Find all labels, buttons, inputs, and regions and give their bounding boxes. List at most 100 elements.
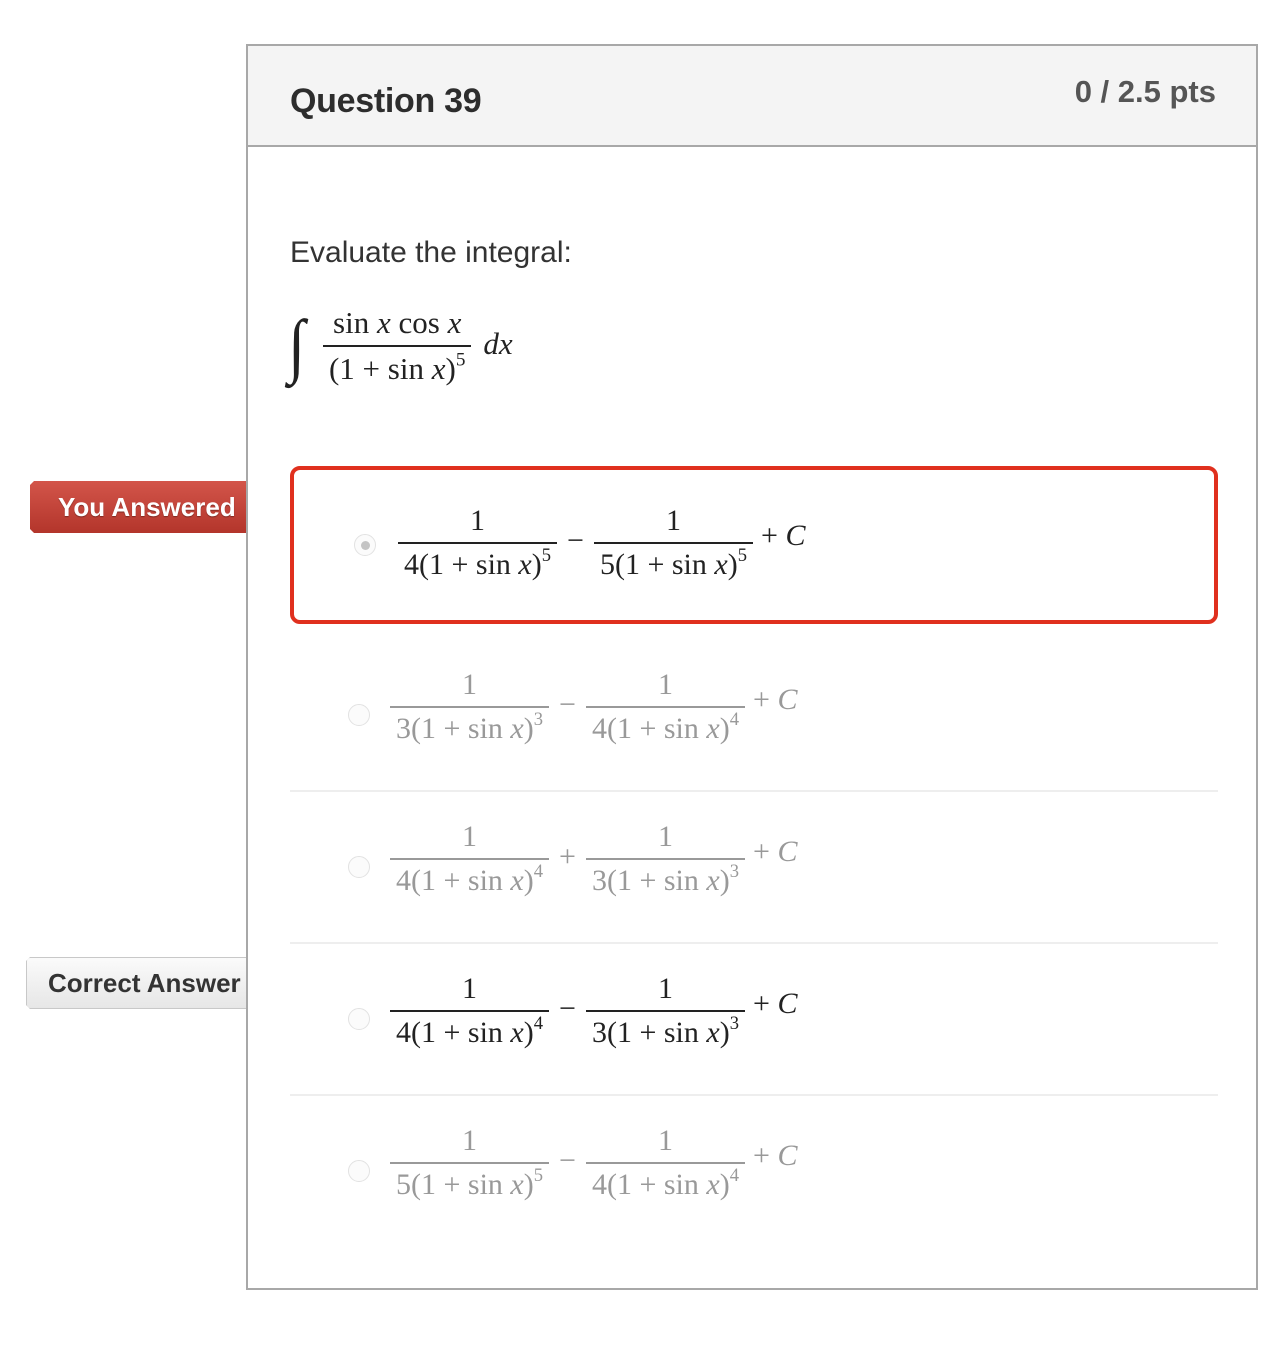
variable-x: x (510, 864, 524, 897)
right-numerator: 1 (665, 504, 681, 537)
right-numerator: 1 (657, 972, 673, 1005)
right-fraction: 1 4(1 + sin x)4 (585, 1124, 746, 1202)
you-answered-label: You Answered (58, 491, 236, 522)
fraction-bar (585, 858, 746, 860)
exponent: 3 (729, 860, 740, 882)
left-numerator: 1 (462, 668, 478, 701)
constant-c: C (777, 1139, 798, 1172)
fraction-bar (390, 706, 550, 708)
left-fraction: 1 5(1 + sin x)5 (390, 1124, 550, 1202)
variable-x: x (510, 1168, 524, 1201)
operator: + (559, 840, 576, 873)
fraction-bar (585, 1162, 746, 1164)
right-denominator: 3(1 + sin x)3 (591, 1012, 740, 1049)
variable-x: x (706, 1016, 720, 1049)
integral-numerator: sin x cos x (333, 305, 462, 340)
answer-option[interactable]: 1 4(1 + sin x)4− 1 3(1 + sin x)3 + C (290, 944, 1218, 1096)
left-fraction: 1 4(1 + sin x)4 (390, 820, 550, 898)
answer-radio[interactable] (348, 856, 370, 878)
left-denominator: 4(1 + sin x)4 (396, 1012, 544, 1049)
right-numerator: 1 (657, 668, 673, 701)
exponent: 4 (729, 708, 740, 730)
constant-term: + C (753, 835, 798, 868)
answer-expression: 1 3(1 + sin x)3− 1 4(1 + sin x)4 + C (390, 668, 797, 746)
constant-c: C (777, 683, 798, 716)
constant-term: + C (761, 519, 806, 552)
left-denominator: 5(1 + sin x)5 (396, 1164, 544, 1201)
constant-term: + C (753, 1139, 798, 1172)
exponent: 4 (533, 860, 544, 882)
integral-denominator: (1 + sin x)5 (328, 349, 466, 386)
constant-term: + C (753, 683, 798, 716)
answer-option[interactable]: 1 4(1 + sin x)4 +1 3(1 + sin x)3 + C (290, 792, 1218, 944)
left-numerator: 1 (462, 972, 478, 1005)
right-fraction: 1 3(1 + sin x)3 (585, 820, 746, 898)
answer-expression: 1 5(1 + sin x)5− 1 4(1 + sin x)4 + C (390, 1124, 797, 1202)
variable-x: x (706, 1168, 720, 1201)
answer-expression: 1 4(1 + sin x)4 +1 3(1 + sin x)3 + C (390, 820, 797, 898)
left-numerator: 1 (462, 1124, 478, 1157)
fraction-bar (390, 1010, 550, 1012)
right-denominator: 4(1 + sin x)4 (591, 1164, 740, 1201)
correct-answer-flag: Correct Answer (26, 957, 282, 1009)
exponent: 3 (729, 1012, 740, 1034)
answer-radio[interactable] (354, 534, 376, 556)
you-answered-flag: You Answered (30, 481, 282, 533)
right-denominator: 3(1 + sin x)3 (591, 860, 740, 897)
right-fraction: 1 3(1 + sin x)3 (585, 972, 746, 1050)
exponent: 3 (533, 708, 544, 730)
fraction-bar (322, 345, 472, 347)
integral-fraction: sin x cos x (1 + sin x)5 (322, 305, 472, 387)
question-prompt: Evaluate the integral: (290, 236, 572, 269)
fraction-bar (390, 858, 550, 860)
exponent: 4 (729, 1164, 740, 1186)
constant-c: C (777, 987, 798, 1020)
constant-c: C (777, 835, 798, 868)
right-denominator: 4(1 + sin x)4 (591, 708, 740, 745)
correct-answer-label: Correct Answer (48, 967, 241, 998)
question-points: 0 / 2.5 pts (1074, 74, 1216, 109)
integral-sign: ∫ (288, 306, 305, 385)
integral-differential: dx (483, 326, 513, 361)
answer-expression: 1 4(1 + sin x)4− 1 3(1 + sin x)3 + C (390, 972, 797, 1050)
left-fraction: 1 4(1 + sin x)5 (398, 504, 558, 582)
fraction-bar (585, 706, 746, 708)
constant-c: C (785, 519, 806, 552)
left-denominator: 4(1 + sin x)5 (404, 544, 552, 581)
right-denominator: 5(1 + sin x)5 (599, 544, 748, 581)
exponent: 5 (541, 544, 552, 566)
fraction-bar (390, 1162, 550, 1164)
fraction-bar (398, 542, 558, 544)
fraction-bar (585, 1010, 746, 1012)
operator: − (559, 992, 576, 1025)
answer-option[interactable]: 1 4(1 + sin x)5− 1 5(1 + sin x)5 + C (290, 466, 1218, 624)
left-fraction: 1 3(1 + sin x)3 (390, 668, 550, 746)
left-numerator: 1 (470, 504, 486, 537)
left-fraction: 1 4(1 + sin x)4 (390, 972, 550, 1050)
right-fraction: 1 5(1 + sin x)5 (593, 504, 754, 582)
left-denominator: 4(1 + sin x)4 (396, 860, 544, 897)
fraction-bar (593, 542, 754, 544)
exponent: 4 (533, 1012, 544, 1034)
operator: − (559, 688, 576, 721)
variable-x: x (510, 1016, 524, 1049)
answer-option[interactable]: 1 3(1 + sin x)3− 1 4(1 + sin x)4 + C (290, 640, 1218, 792)
right-numerator: 1 (657, 1124, 673, 1157)
variable-x: x (714, 548, 728, 581)
answer-radio[interactable] (348, 1008, 370, 1030)
answer-expression: 1 4(1 + sin x)5− 1 5(1 + sin x)5 + C (398, 504, 805, 582)
operator: − (567, 524, 584, 557)
exponent: 5 (533, 1164, 544, 1186)
answer-radio[interactable] (348, 704, 370, 726)
question-title: Question 39 (290, 82, 482, 120)
right-fraction: 1 4(1 + sin x)4 (585, 668, 746, 746)
radio-selected-dot (361, 541, 370, 550)
constant-term: + C (753, 987, 798, 1020)
right-numerator: 1 (657, 820, 673, 853)
integral-expression: ∫ sin x cos x (1 + sin x)5 dx (288, 296, 513, 396)
question-header: Question 39 0 / 2.5 pts (248, 46, 1256, 147)
question-card: Question 39 0 / 2.5 pts Evaluate the int… (246, 44, 1258, 1290)
answer-option[interactable]: 1 5(1 + sin x)5− 1 4(1 + sin x)4 + C (290, 1096, 1218, 1248)
left-denominator: 3(1 + sin x)3 (396, 708, 544, 745)
answer-radio[interactable] (348, 1160, 370, 1182)
